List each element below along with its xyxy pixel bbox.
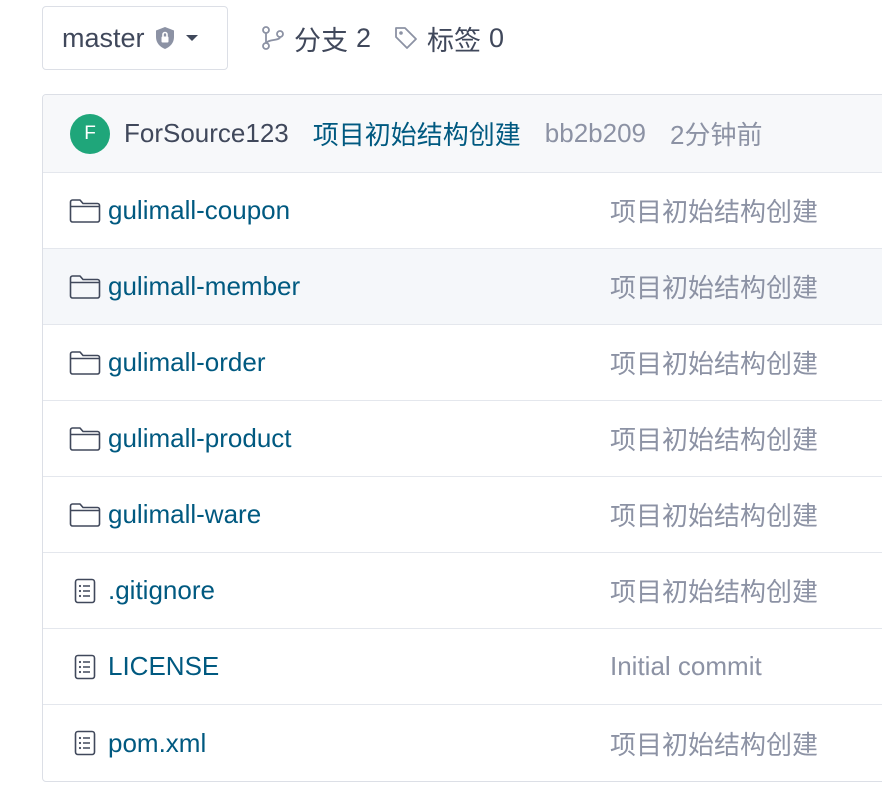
branches-link[interactable]: 分支 2 <box>260 19 371 58</box>
file-name-link[interactable]: gulimall-order <box>108 347 266 378</box>
branches-count: 2 <box>356 22 372 53</box>
file-row[interactable]: gulimall-member 项目初始结构创建 <box>43 249 882 325</box>
avatar[interactable]: F <box>70 113 110 154</box>
file-tree-panel: F ForSource123 项目初始结构创建 bb2b209 2分钟前 gul… <box>42 94 882 782</box>
repo-toolbar: master 分支 2 标签 0 <box>42 6 504 70</box>
file-name-link[interactable]: pom.xml <box>108 728 206 759</box>
file-row[interactable]: gulimall-ware 项目初始结构创建 <box>43 477 882 553</box>
commit-time: 2分钟前 <box>670 120 763 150</box>
folder-icon <box>68 425 102 453</box>
file-name-link[interactable]: gulimall-member <box>108 271 300 302</box>
tag-icon <box>395 27 417 49</box>
folder-icon <box>68 197 102 225</box>
file-text-icon <box>68 653 102 681</box>
branch-selector-button[interactable]: master <box>42 6 228 70</box>
file-row[interactable]: pom.xml 项目初始结构创建 <box>43 705 882 781</box>
branch-name: master <box>62 22 145 53</box>
branches-label: 分支 <box>294 25 348 56</box>
shield-lock-icon <box>155 26 175 50</box>
file-last-commit-message[interactable]: 项目初始结构创建 <box>610 344 818 381</box>
file-name-link[interactable]: .gitignore <box>108 575 215 606</box>
file-name-link[interactable]: gulimall-coupon <box>108 195 290 226</box>
file-last-commit-message[interactable]: 项目初始结构创建 <box>610 572 818 609</box>
commit-sha-link[interactable]: bb2b209 <box>545 118 646 149</box>
tags-link[interactable]: 标签 0 <box>393 19 504 58</box>
file-name-link[interactable]: LICENSE <box>108 651 219 682</box>
commit-message-link[interactable]: 项目初始结构创建 <box>313 115 521 152</box>
latest-commit-bar: F ForSource123 项目初始结构创建 bb2b209 2分钟前 <box>43 95 882 173</box>
file-last-commit-message[interactable]: 项目初始结构创建 <box>610 268 818 305</box>
folder-icon <box>68 273 102 301</box>
file-row[interactable]: LICENSE Initial commit <box>43 629 882 705</box>
file-row[interactable]: gulimall-coupon 项目初始结构创建 <box>43 173 882 249</box>
branch-icon <box>262 26 284 50</box>
file-row[interactable]: .gitignore 项目初始结构创建 <box>43 553 882 629</box>
file-row[interactable]: gulimall-product 项目初始结构创建 <box>43 401 882 477</box>
file-last-commit-message[interactable]: 项目初始结构创建 <box>610 725 818 762</box>
caret-down-icon <box>185 33 199 43</box>
file-name-link[interactable]: gulimall-product <box>108 423 292 454</box>
file-list: gulimall-coupon 项目初始结构创建 gulimall-member 项目… <box>43 173 882 781</box>
folder-icon <box>68 501 102 529</box>
file-last-commit-message[interactable]: 项目初始结构创建 <box>610 496 818 533</box>
file-row[interactable]: gulimall-order 项目初始结构创建 <box>43 325 882 401</box>
tags-label: 标签 <box>427 25 482 56</box>
file-last-commit-message[interactable]: Initial commit <box>610 651 762 682</box>
file-text-icon <box>68 577 102 605</box>
file-name-link[interactable]: gulimall-ware <box>108 499 261 530</box>
folder-icon <box>68 349 102 377</box>
file-last-commit-message[interactable]: 项目初始结构创建 <box>610 420 818 457</box>
file-text-icon <box>68 729 102 757</box>
commit-author[interactable]: ForSource123 <box>124 118 289 149</box>
tags-count: 0 <box>489 22 505 53</box>
file-last-commit-message[interactable]: 项目初始结构创建 <box>610 192 818 229</box>
